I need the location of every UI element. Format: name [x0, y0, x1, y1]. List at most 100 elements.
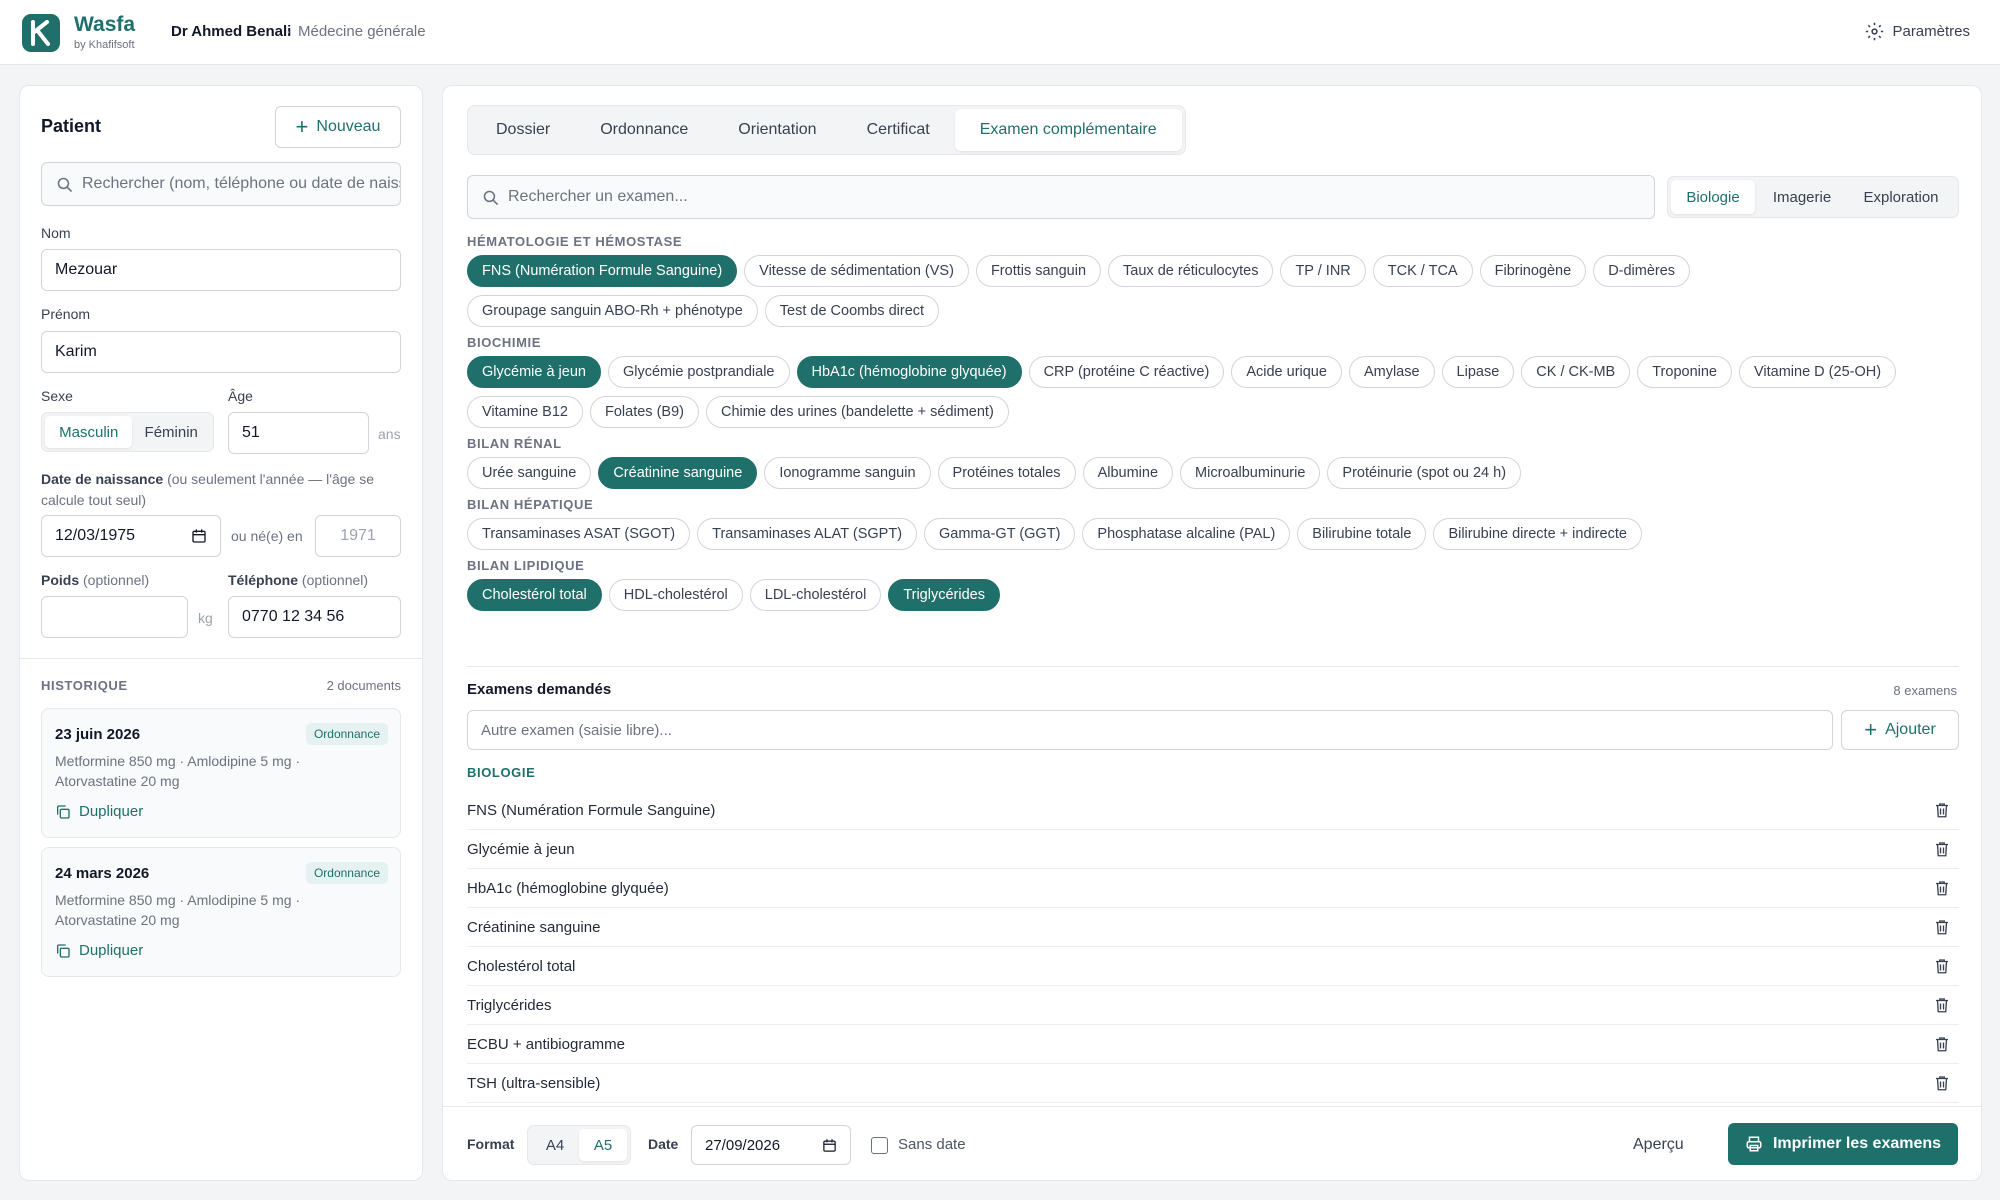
patient-search-placeholder: Rechercher (nom, téléphone ou date de na…	[82, 175, 400, 192]
exam-chip[interactable]: Troponine	[1637, 356, 1732, 388]
exam-chip[interactable]: Groupage sanguin ABO-Rh + phénotype	[467, 295, 758, 327]
print-button[interactable]: Imprimer les examens	[1728, 1123, 1958, 1165]
printer-icon	[1746, 1136, 1762, 1152]
exam-chip[interactable]: Glycémie postprandiale	[607, 356, 790, 388]
type-imagerie[interactable]: Imagerie	[1755, 180, 1849, 214]
trash-icon[interactable]	[1933, 918, 1951, 936]
poids-label: Poids (optionnel)	[41, 572, 149, 588]
exam-chip[interactable]: CK / CK-MB	[1521, 356, 1631, 388]
sexe-masculin[interactable]: Masculin	[45, 416, 133, 448]
add-exam-button[interactable]: + Ajouter	[1841, 710, 1959, 750]
exam-chip[interactable]: Folates (B9)	[589, 396, 699, 428]
chip-group: Cholestérol total HDL-cholestérol LDL-chol…	[467, 579, 1967, 611]
exam-chip[interactable]: CRP (protéine C réactive)	[1028, 356, 1225, 388]
format-a5[interactable]: A5	[579, 1129, 627, 1161]
exam-chip[interactable]: Urée sanguine	[467, 457, 592, 489]
exam-chip[interactable]: Test de Coombs direct	[764, 295, 940, 327]
exam-chip[interactable]: Albumine	[1082, 457, 1174, 489]
free-exam-input[interactable]: Autre examen (saisie libre)...	[467, 710, 1833, 750]
exam-chip[interactable]: Cholestérol total	[467, 579, 602, 611]
print-label: Imprimer les examens	[1772, 1135, 1942, 1152]
exam-chip[interactable]: Ionogramme sanguin	[764, 457, 931, 489]
nom-field[interactable]: Mezouar	[41, 249, 401, 291]
exam-chip[interactable]: TP / INR	[1280, 255, 1366, 287]
preview-button[interactable]: Aperçu	[1633, 1136, 1684, 1154]
tab-examen-complementaire[interactable]: Examen complémentaire	[954, 109, 1182, 151]
prenom-field[interactable]: Karim	[41, 331, 401, 373]
exam-chip[interactable]: HDL-cholestérol	[608, 579, 743, 611]
telephone-field[interactable]: 0770 12 34 56	[228, 596, 401, 638]
trash-icon[interactable]	[1933, 879, 1951, 897]
requested-exam-row: Cholestérol total	[467, 947, 1959, 986]
calendar-icon[interactable]	[822, 1138, 837, 1153]
exam-chip[interactable]: Vitesse de sédimentation (VS)	[744, 255, 969, 287]
history-card[interactable]: 24 mars 2026 Ordonnance Metformine 850 m…	[41, 847, 401, 977]
trash-icon[interactable]	[1933, 1074, 1951, 1092]
tab-ordonnance[interactable]: Ordonnance	[575, 109, 713, 151]
type-biologie[interactable]: Biologie	[1671, 180, 1755, 214]
exam-chip[interactable]: D-dimères	[1593, 255, 1691, 287]
exam-chip[interactable]: LDL-cholestérol	[749, 579, 882, 611]
exam-chip[interactable]: Protéines totales	[937, 457, 1076, 489]
trash-icon[interactable]	[1933, 957, 1951, 975]
age-unit: ans	[378, 426, 401, 442]
date-field[interactable]: 27/09/2026	[691, 1125, 851, 1165]
poids-unit: kg	[198, 610, 213, 626]
duplicate-button[interactable]: Dupliquer	[55, 942, 143, 959]
trash-icon[interactable]	[1933, 801, 1951, 819]
dob-field[interactable]: 12/03/1975	[41, 515, 221, 557]
catalog-section-title: Bilan lipidique	[467, 558, 585, 573]
exam-chip[interactable]: Microalbuminurie	[1180, 457, 1321, 489]
history-card[interactable]: 23 juin 2026 Ordonnance Metformine 850 m…	[41, 708, 401, 838]
exam-chip[interactable]: FNS (Numération Formule Sanguine)	[467, 255, 738, 287]
exam-chip[interactable]: Triglycérides	[888, 579, 1000, 611]
patient-search-input[interactable]: Rechercher (nom, téléphone ou date de na…	[41, 162, 401, 206]
history-date: 24 mars 2026	[55, 865, 150, 882]
exam-chip[interactable]: Créatinine sanguine	[598, 457, 758, 489]
duplicate-button[interactable]: Dupliquer	[55, 803, 143, 820]
tab-dossier[interactable]: Dossier	[471, 109, 575, 151]
exam-chip[interactable]: Transaminases ASAT (SGOT)	[467, 518, 691, 550]
exam-chip[interactable]: Lipase	[1441, 356, 1515, 388]
settings-button[interactable]: Paramètres	[1865, 22, 1970, 41]
age-field[interactable]: 51	[228, 412, 369, 454]
format-a4[interactable]: A4	[531, 1129, 579, 1161]
trash-icon[interactable]	[1933, 996, 1951, 1014]
requested-exam-row: Triglycérides	[467, 986, 1959, 1025]
exam-search-input[interactable]: Rechercher un examen...	[467, 175, 1655, 219]
no-date-checkbox[interactable]	[871, 1137, 888, 1154]
exam-chip[interactable]: Chimie des urines (bandelette + sédiment…	[705, 396, 1009, 428]
calendar-icon[interactable]	[191, 528, 207, 544]
trash-icon[interactable]	[1933, 840, 1951, 858]
requested-title: Examens demandés	[467, 681, 612, 698]
tab-certificat[interactable]: Certificat	[842, 109, 955, 151]
sexe-feminin[interactable]: Féminin	[132, 416, 210, 448]
requested-exam-row: ECBU + antibiogramme	[467, 1025, 1959, 1064]
exam-chip[interactable]: Bilirubine directe + indirecte	[1433, 518, 1642, 550]
exam-chip[interactable]: HbA1c (hémoglobine glyquée)	[796, 356, 1022, 388]
exam-chip[interactable]: Taux de réticulocytes	[1108, 255, 1274, 287]
tab-orientation[interactable]: Orientation	[713, 109, 841, 151]
exam-chip[interactable]: Protéinurie (spot ou 24 h)	[1327, 457, 1522, 489]
type-exploration[interactable]: Exploration	[1849, 180, 1953, 214]
exam-chip[interactable]: Gamma-GT (GGT)	[924, 518, 1076, 550]
birth-year-field[interactable]: 1971	[315, 515, 401, 557]
exam-chip[interactable]: Transaminases ALAT (SGPT)	[697, 518, 918, 550]
trash-icon[interactable]	[1933, 1035, 1951, 1053]
exam-chip[interactable]: Vitamine D (25-OH)	[1739, 356, 1897, 388]
duplicate-label: Dupliquer	[79, 942, 144, 959]
exam-chip[interactable]: Fibrinogène	[1479, 255, 1587, 287]
exam-chip[interactable]: Vitamine B12	[467, 396, 583, 428]
exam-chip[interactable]: TCK / TCA	[1372, 255, 1473, 287]
exam-chip[interactable]: Phosphatase alcaline (PAL)	[1082, 518, 1291, 550]
exam-chip[interactable]: Glycémie à jeun	[467, 356, 601, 388]
exam-chip[interactable]: Bilirubine totale	[1297, 518, 1427, 550]
exam-chip[interactable]: Amylase	[1348, 356, 1435, 388]
search-icon	[483, 190, 499, 206]
poids-field[interactable]	[41, 596, 188, 638]
exam-chip[interactable]: Frottis sanguin	[975, 255, 1102, 287]
app-header: Wasfa by Khafifsoft Dr Ahmed Benali Méde…	[0, 0, 2000, 65]
new-patient-button[interactable]: + Nouveau	[275, 106, 401, 148]
duplicate-label: Dupliquer	[79, 803, 144, 820]
exam-chip[interactable]: Acide urique	[1231, 356, 1342, 388]
